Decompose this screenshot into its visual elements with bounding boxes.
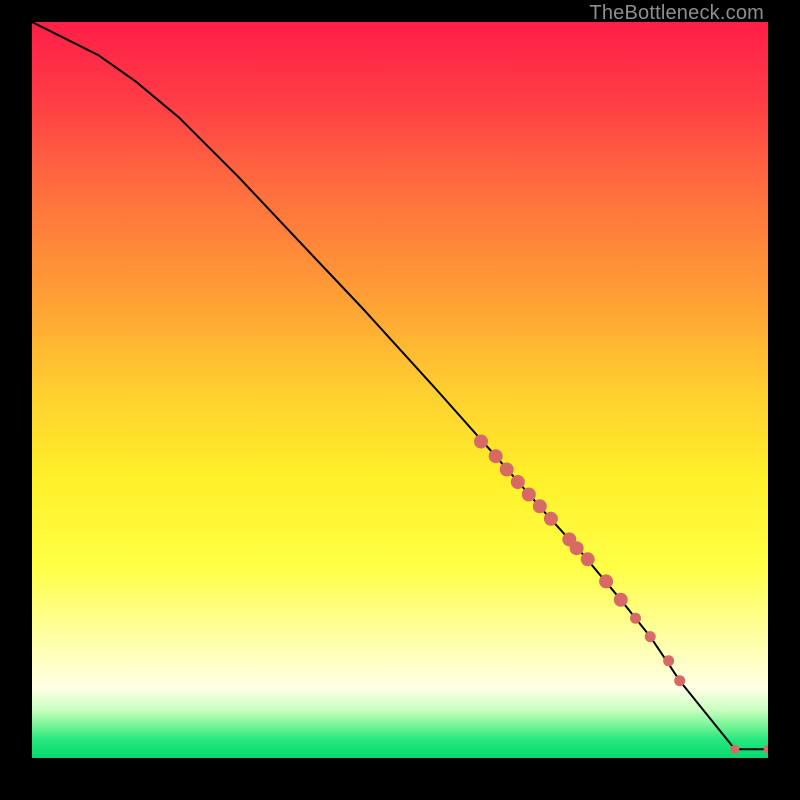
data-marker (533, 499, 547, 513)
data-marker (522, 488, 536, 502)
data-marker (489, 449, 503, 463)
data-marker (663, 655, 674, 666)
data-marker (730, 745, 739, 754)
data-marker (511, 475, 525, 489)
data-marker (599, 574, 613, 588)
data-marker (614, 593, 628, 607)
data-marker (544, 512, 558, 526)
gradient-chart (32, 22, 768, 758)
data-marker (630, 613, 641, 624)
chart-frame (32, 22, 768, 758)
data-marker (581, 552, 595, 566)
data-marker (645, 631, 656, 642)
data-marker (474, 435, 488, 449)
data-marker (500, 463, 514, 477)
data-marker (674, 675, 685, 686)
data-marker (570, 541, 584, 555)
